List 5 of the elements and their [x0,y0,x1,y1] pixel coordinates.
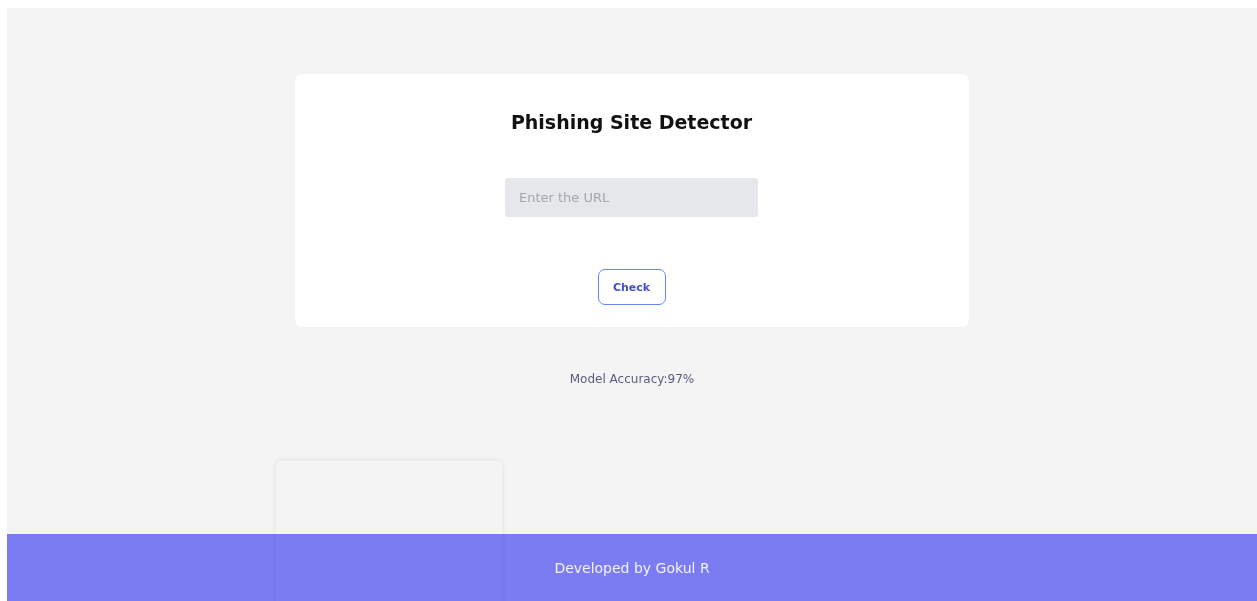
check-button[interactable]: Check [597,269,666,305]
url-field[interactable]: Enter the URL [505,178,758,217]
footer-text: Developed by Gokul R [554,559,710,576]
page-title: Phishing Site Detector [510,110,753,134]
accuracy-text: Model Accuracy:97% [569,372,695,386]
